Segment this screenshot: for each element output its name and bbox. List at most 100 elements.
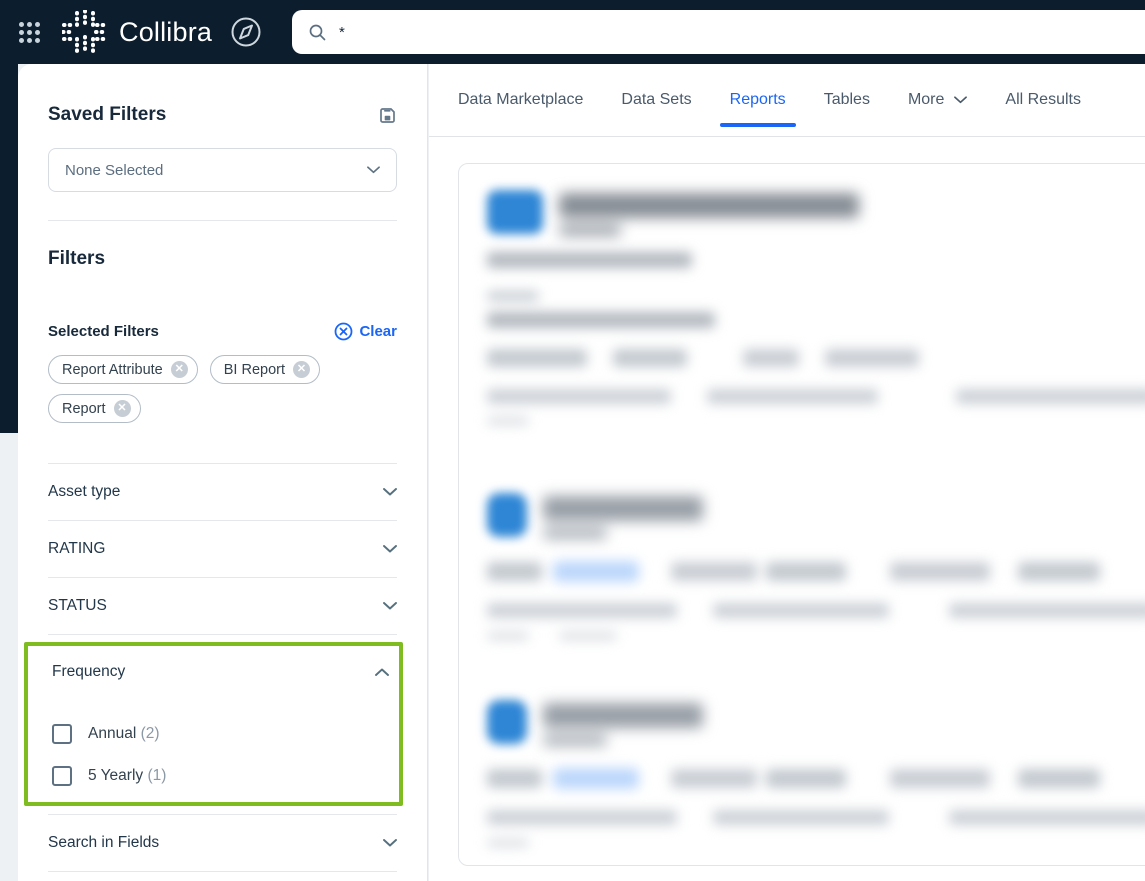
tab-tables[interactable]: Tables (824, 64, 870, 136)
compass-icon[interactable] (228, 14, 264, 50)
filter-section-rating[interactable]: RATING (48, 521, 397, 577)
blurred-text-placeholder (487, 312, 715, 328)
asset-type-badge-blurred (487, 493, 527, 537)
chevron-down-icon (383, 545, 397, 553)
frequency-option-5-yearly[interactable]: 5 Yearly (1) (52, 766, 389, 786)
clear-filters-button[interactable]: Clear (334, 322, 397, 341)
chevron-down-icon (367, 166, 380, 174)
result-card[interactable] (459, 700, 1145, 847)
tab-all-results[interactable]: All Results (1005, 64, 1081, 136)
chevron-down-icon (954, 96, 968, 104)
checkbox[interactable] (52, 766, 72, 786)
circled-x-icon (335, 322, 353, 341)
blurred-title-placeholder (543, 496, 703, 521)
frequency-option-annual[interactable]: Annual (2) (52, 724, 389, 744)
filter-chip[interactable]: Report ✕ (48, 394, 141, 423)
tab-more[interactable]: More (908, 64, 968, 136)
blurred-text-placeholder (825, 349, 919, 367)
blurred-text-placeholder (949, 810, 1145, 825)
option-label: 5 Yearly (88, 767, 144, 784)
divider (48, 634, 397, 635)
blurred-text-placeholder (613, 349, 687, 367)
blurred-text-placeholder (487, 810, 678, 825)
blurred-text-placeholder (1018, 562, 1100, 581)
asset-type-badge-blurred (487, 700, 527, 744)
remove-chip-icon[interactable]: ✕ (293, 361, 310, 378)
filter-section-asset-type[interactable]: Asset type (48, 464, 397, 520)
blurred-text-placeholder (487, 291, 539, 301)
blurred-text-placeholder (766, 562, 846, 581)
checkbox[interactable] (52, 724, 72, 744)
blurred-text-placeholder (949, 603, 1145, 618)
blurred-title-placeholder (543, 703, 703, 728)
remove-chip-icon[interactable]: ✕ (170, 361, 188, 378)
blurred-text-placeholder (487, 389, 672, 404)
blurred-text-placeholder (487, 417, 529, 425)
global-search-bar[interactable] (292, 10, 1145, 54)
blurred-text-placeholder (1018, 769, 1100, 788)
brand-name: Collibra (119, 16, 213, 47)
saved-filters-dropdown-value: None Selected (65, 161, 164, 179)
blurred-text-placeholder (671, 562, 757, 581)
clear-filters-label: Clear (359, 323, 397, 340)
filters-title: Filters (48, 248, 106, 269)
section-label: Frequency (52, 663, 126, 680)
left-navy-strip (0, 64, 18, 433)
blurred-text-placeholder (707, 389, 878, 404)
filter-section-frequency[interactable]: Frequency (52, 646, 389, 698)
section-label: Search in Fields (48, 834, 160, 851)
search-icon (309, 24, 326, 40)
blurred-text-placeholder (487, 252, 692, 268)
blurred-link-chip-placeholder (553, 768, 639, 789)
blurred-text-placeholder (487, 632, 529, 640)
option-label: Annual (88, 725, 137, 742)
tab-data-marketplace[interactable]: Data Marketplace (458, 64, 583, 136)
option-count: (1) (147, 767, 167, 784)
save-icon[interactable] (378, 106, 397, 125)
tab-data-sets[interactable]: Data Sets (621, 64, 691, 136)
chevron-down-icon (383, 839, 397, 847)
result-tabs: Data Marketplace Data Sets Reports Table… (429, 64, 1145, 137)
saved-filters-dropdown[interactable]: None Selected (48, 148, 397, 192)
filter-chip[interactable]: BI Report ✕ (209, 355, 320, 384)
app-grid-icon[interactable] (19, 21, 40, 43)
option-count: (2) (140, 725, 160, 742)
collibra-logo[interactable]: Collibra (62, 10, 212, 54)
blurred-link-chip-placeholder (553, 561, 639, 582)
blurred-text-placeholder (890, 769, 990, 788)
blurred-text-placeholder (743, 349, 799, 367)
section-label: RATING (48, 540, 106, 557)
filters-sidebar: Saved Filters None Selected Filters Sele… (18, 64, 428, 881)
filter-section-status[interactable]: STATUS (48, 578, 397, 634)
selected-filter-chips: Report Attribute ✕ BI Report ✕ Report ✕ (48, 355, 397, 423)
divider (48, 220, 397, 221)
blurred-text-placeholder (487, 769, 542, 788)
chevron-up-icon (375, 668, 389, 676)
blurred-text-placeholder (559, 632, 617, 640)
chevron-down-icon (383, 602, 397, 610)
results-panel (458, 163, 1145, 866)
section-label: Asset type (48, 483, 121, 500)
chevron-down-icon (383, 488, 397, 496)
filter-chip[interactable]: Report Attribute ✕ (48, 355, 198, 384)
blurred-text-placeholder (713, 603, 890, 618)
blurred-text-placeholder (543, 528, 607, 539)
blurred-text-placeholder (890, 562, 990, 581)
result-card[interactable] (459, 164, 1145, 425)
tab-reports[interactable]: Reports (719, 64, 796, 136)
result-card[interactable] (459, 493, 1145, 640)
collibra-logo-mark-icon (62, 10, 108, 54)
divider (48, 871, 397, 872)
search-results-area: Data Marketplace Data Sets Reports Table… (429, 64, 1145, 881)
filter-section-search-in-fields[interactable]: Search in Fields (48, 815, 397, 871)
frequency-highlight-box: Frequency Annual (2) 5 Yearly (1) (24, 642, 403, 806)
blurred-text-placeholder (487, 562, 542, 581)
blurred-text-placeholder (713, 810, 890, 825)
section-label: STATUS (48, 597, 107, 614)
blurred-text-placeholder (487, 839, 529, 847)
filter-chip-label: Report (62, 400, 106, 417)
saved-filters-title: Saved Filters (48, 104, 167, 125)
search-input[interactable] (339, 23, 939, 41)
remove-chip-icon[interactable]: ✕ (113, 400, 131, 417)
blurred-text-placeholder (766, 769, 846, 788)
